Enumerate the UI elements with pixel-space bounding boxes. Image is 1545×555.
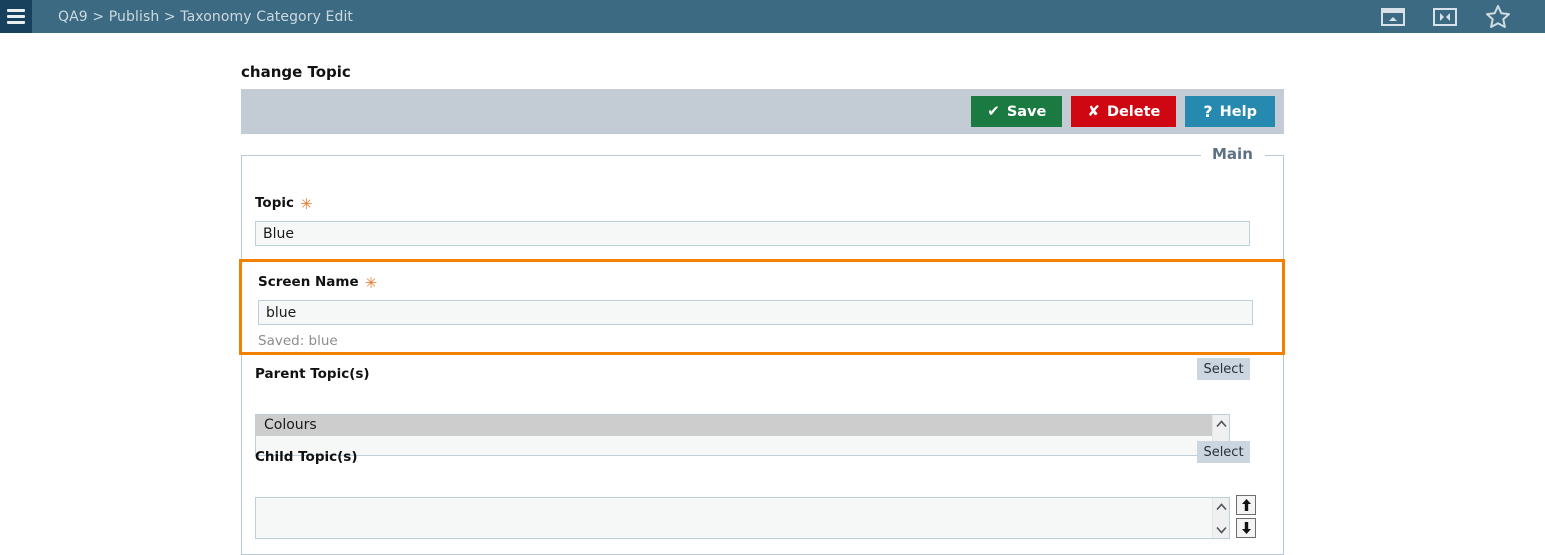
save-button-label: Save [1006,103,1047,120]
screen-name-highlight-box: Screen Name ✳ Saved: blue [239,259,1285,355]
topic-field-row: Topic ✳ [255,195,1250,246]
save-button[interactable]: ✔ Save [971,96,1063,127]
required-asterisk-icon: ✳ [299,194,313,213]
page-body: change Topic ✔ Save ✘ Delete ? Help Main… [0,33,1545,555]
screen-name-field-row: Screen Name ✳ Saved: blue [258,274,1253,349]
topic-label-text: Topic [255,195,294,211]
parent-topics-select-button[interactable]: Select [1197,358,1250,380]
collapse-horizontal-icon[interactable] [1433,7,1457,26]
topic-input[interactable] [255,221,1250,246]
child-topics-scrollbar[interactable] [1212,498,1229,538]
hamburger-bar [7,15,25,18]
child-topics-listbox[interactable] [255,497,1230,539]
question-mark-icon: ? [1203,101,1213,121]
parent-topics-listbox[interactable]: Colours [255,414,1230,456]
delete-button[interactable]: ✘ Delete [1071,96,1177,127]
topic-label: Topic ✳ [255,195,1250,211]
screen-name-input[interactable] [258,300,1253,325]
delete-button-label: Delete [1106,103,1161,120]
hamburger-bar [7,9,25,12]
check-icon: ✔ [987,102,1000,120]
help-button[interactable]: ? Help [1185,96,1275,127]
child-topics-label: Child Topic(s) [255,449,358,465]
breadcrumb[interactable]: QA9 > Publish > Taxonomy Category Edit [58,9,353,25]
child-topics-label-text: Child Topic(s) [255,449,358,465]
screen-name-label-text: Screen Name [258,274,359,290]
action-toolbar: ✔ Save ✘ Delete ? Help [241,89,1284,134]
list-item[interactable]: Colours [256,415,1212,436]
header-icon-group [1381,4,1545,29]
close-x-icon: ✘ [1087,102,1100,120]
parent-topics-list: Colours [256,415,1212,455]
child-topics-reorder-controls [1236,495,1256,538]
page-title: change Topic [241,63,351,81]
child-topics-select-button[interactable]: Select [1197,441,1250,463]
screen-name-saved-note: Saved: blue [258,333,338,349]
parent-topics-label-text: Parent Topic(s) [255,366,370,382]
required-asterisk-icon: ✳ [364,273,378,292]
hamburger-bar [7,21,25,24]
fieldset-legend: Main [1205,145,1260,163]
help-button-label: Help [1219,103,1257,120]
favorite-star-icon[interactable] [1485,4,1511,29]
chevron-down-icon[interactable] [1215,524,1227,535]
hamburger-menu-icon[interactable] [0,0,32,33]
move-down-button[interactable] [1236,518,1256,538]
move-up-button[interactable] [1236,495,1256,515]
chevron-up-icon[interactable] [1215,418,1227,429]
parent-topics-label: Parent Topic(s) [255,366,370,382]
screen-name-label: Screen Name ✳ [258,274,1253,290]
child-topics-list [256,498,1212,538]
chevron-up-icon[interactable] [1215,501,1227,512]
app-header: QA9 > Publish > Taxonomy Category Edit [0,0,1545,33]
dock-panel-icon[interactable] [1381,7,1405,26]
